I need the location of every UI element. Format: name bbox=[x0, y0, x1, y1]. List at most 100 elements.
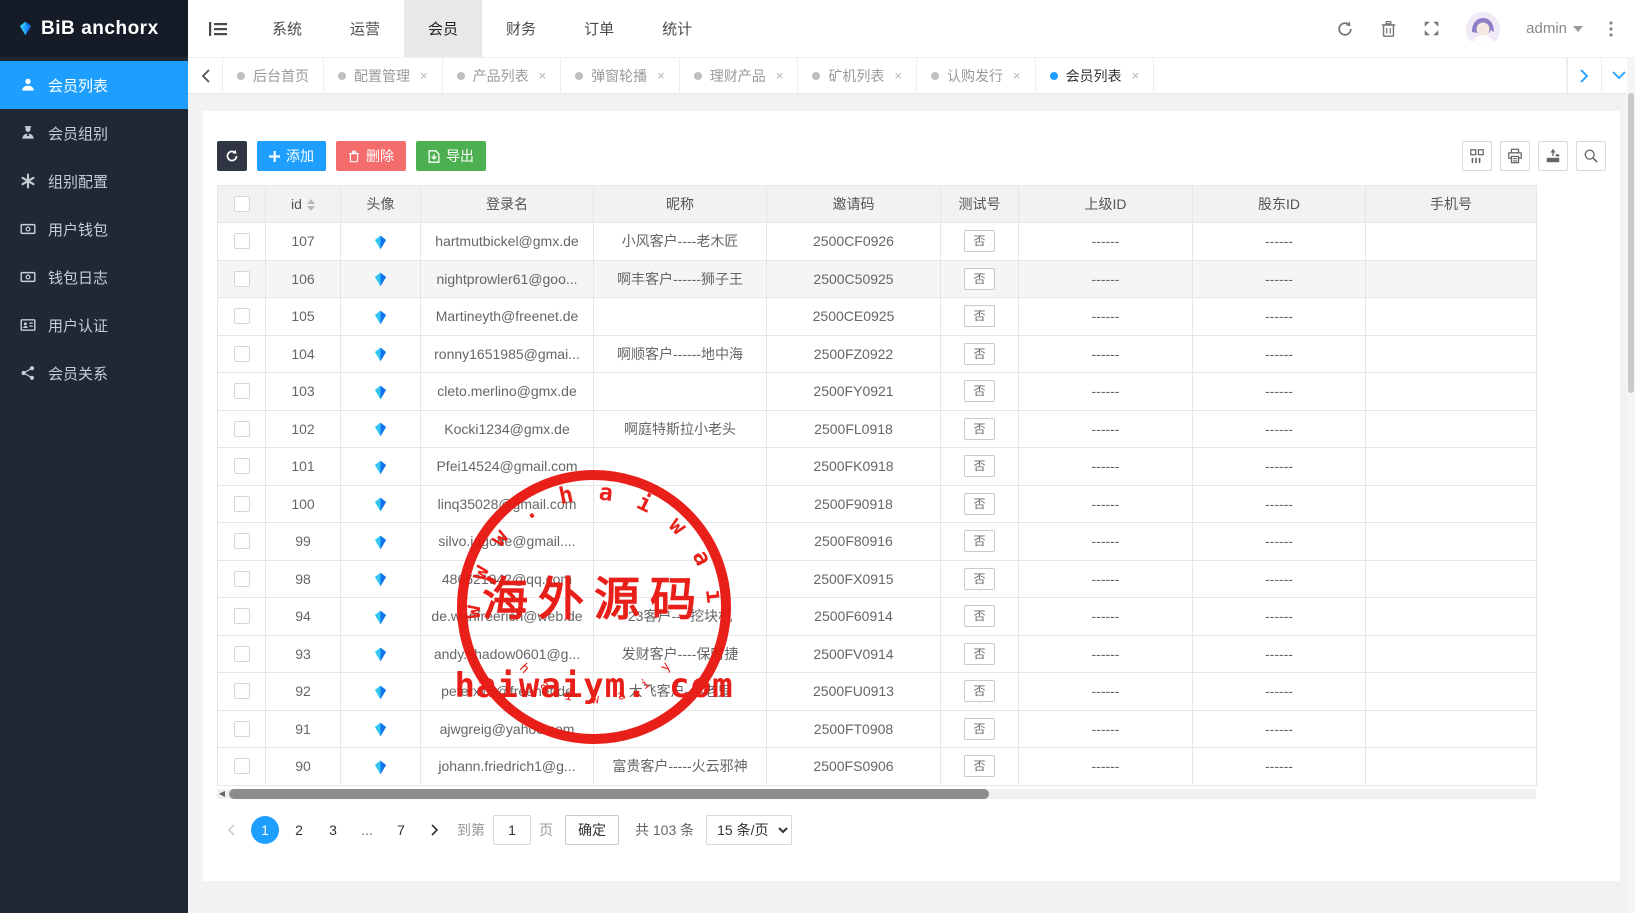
horizontal-scroll-thumb[interactable] bbox=[229, 789, 989, 799]
printer-icon[interactable] bbox=[1500, 141, 1530, 171]
cell-nick: 富贵客户-----火云邪神 bbox=[594, 748, 767, 786]
sidebar-item-6[interactable]: 会员关系 bbox=[0, 349, 188, 397]
sidebar-item-0[interactable]: 会员列表 bbox=[0, 61, 188, 109]
page-size-select[interactable]: 15 条/页 bbox=[706, 815, 792, 845]
tab-close-icon[interactable]: × bbox=[420, 68, 428, 83]
tab-close-icon[interactable]: × bbox=[657, 68, 665, 83]
sidebar-toggle-icon[interactable] bbox=[188, 20, 248, 38]
cell-holder-id: ------ bbox=[1193, 560, 1366, 598]
tab-6[interactable]: 认购发行× bbox=[916, 58, 1036, 93]
row-checkbox[interactable] bbox=[234, 458, 250, 474]
page-number-7[interactable]: 7 bbox=[387, 816, 415, 844]
test-flag-badge[interactable]: 否 bbox=[964, 268, 994, 290]
goto-confirm-button[interactable]: 确定 bbox=[565, 815, 619, 845]
prev-page-icon[interactable] bbox=[217, 816, 245, 844]
nav-item-1[interactable]: 运营 bbox=[326, 0, 404, 57]
nav-item-3[interactable]: 财务 bbox=[482, 0, 560, 57]
add-button[interactable]: 添加 bbox=[257, 141, 326, 171]
trash-icon[interactable] bbox=[1380, 20, 1397, 38]
sidebar-item-5[interactable]: 用户认证 bbox=[0, 301, 188, 349]
tab-5[interactable]: 矿机列表× bbox=[797, 58, 917, 93]
tab-0[interactable]: 后台首页 bbox=[222, 58, 324, 93]
horizontal-scrollbar[interactable]: ◀ bbox=[217, 789, 1536, 799]
row-checkbox[interactable] bbox=[234, 233, 250, 249]
next-page-icon[interactable] bbox=[421, 816, 449, 844]
test-flag-badge[interactable]: 否 bbox=[964, 493, 994, 515]
test-flag-badge[interactable]: 否 bbox=[964, 755, 994, 777]
sort-icon[interactable] bbox=[307, 199, 315, 211]
tab-close-icon[interactable]: × bbox=[1132, 68, 1140, 83]
tab-label: 后台首页 bbox=[253, 66, 309, 86]
tab-close-icon[interactable]: × bbox=[776, 68, 784, 83]
sidebar-item-2[interactable]: 组别配置 bbox=[0, 157, 188, 205]
search-icon[interactable] bbox=[1576, 141, 1606, 171]
test-flag-badge[interactable]: 否 bbox=[964, 380, 994, 402]
tab-close-icon[interactable]: × bbox=[1013, 68, 1021, 83]
cell-invite-code: 2500FS0906 bbox=[767, 748, 941, 786]
nav-item-4[interactable]: 订单 bbox=[560, 0, 638, 57]
export-data-icon[interactable] bbox=[1538, 141, 1568, 171]
page-number-3[interactable]: 3 bbox=[319, 816, 347, 844]
tab-2[interactable]: 产品列表× bbox=[442, 58, 562, 93]
test-flag-badge[interactable]: 否 bbox=[964, 230, 994, 252]
test-flag-badge[interactable]: 否 bbox=[964, 568, 994, 590]
row-checkbox[interactable] bbox=[234, 608, 250, 624]
row-checkbox[interactable] bbox=[234, 346, 250, 362]
tabs-scroll-right-icon[interactable] bbox=[1567, 58, 1601, 93]
nav-item-5[interactable]: 统计 bbox=[638, 0, 716, 57]
test-flag-badge[interactable]: 否 bbox=[964, 530, 994, 552]
nav-item-0[interactable]: 系统 bbox=[248, 0, 326, 57]
fullscreen-icon[interactable] bbox=[1423, 20, 1440, 37]
test-flag-badge[interactable]: 否 bbox=[964, 343, 994, 365]
row-checkbox[interactable] bbox=[234, 383, 250, 399]
delete-button[interactable]: 删除 bbox=[336, 141, 406, 171]
tab-close-icon[interactable]: × bbox=[539, 68, 547, 83]
row-checkbox[interactable] bbox=[234, 308, 250, 324]
cell-holder-id: ------ bbox=[1193, 635, 1366, 673]
tab-7[interactable]: 会员列表× bbox=[1035, 58, 1155, 93]
row-checkbox[interactable] bbox=[234, 683, 250, 699]
vertical-scrollbar[interactable] bbox=[1627, 57, 1635, 913]
columns-icon[interactable] bbox=[1462, 141, 1492, 171]
avatar[interactable] bbox=[1466, 12, 1500, 46]
test-flag-badge[interactable]: 否 bbox=[964, 680, 994, 702]
row-checkbox[interactable] bbox=[234, 533, 250, 549]
table-row: 99silvo.jagode@gmail....2500F80916否-----… bbox=[218, 523, 1537, 561]
sidebar-item-4[interactable]: 钱包日志 bbox=[0, 253, 188, 301]
cell-nick: 小风客户----老木匠 bbox=[594, 223, 767, 261]
tab-dot-icon bbox=[812, 72, 820, 80]
row-checkbox[interactable] bbox=[234, 646, 250, 662]
tabs-scroll-left-icon[interactable] bbox=[188, 58, 222, 93]
test-flag-badge[interactable]: 否 bbox=[964, 418, 994, 440]
tab-4[interactable]: 理财产品× bbox=[679, 58, 799, 93]
export-button[interactable]: 导出 bbox=[416, 141, 486, 171]
cell-invite-code: 2500FX0915 bbox=[767, 560, 941, 598]
test-flag-badge[interactable]: 否 bbox=[964, 643, 994, 665]
row-checkbox[interactable] bbox=[234, 758, 250, 774]
tab-close-icon[interactable]: × bbox=[894, 68, 902, 83]
user-menu[interactable]: admin bbox=[1526, 20, 1583, 37]
row-checkbox[interactable] bbox=[234, 571, 250, 587]
test-flag-badge[interactable]: 否 bbox=[964, 455, 994, 477]
test-flag-badge[interactable]: 否 bbox=[964, 605, 994, 627]
tab-1[interactable]: 配置管理× bbox=[323, 58, 443, 93]
nav-item-2[interactable]: 会员 bbox=[404, 0, 482, 57]
page-number-1[interactable]: 1 bbox=[251, 816, 279, 844]
select-all-checkbox[interactable] bbox=[234, 196, 250, 212]
more-dots-icon[interactable] bbox=[1609, 21, 1613, 37]
page-number-2[interactable]: 2 bbox=[285, 816, 313, 844]
refresh-icon[interactable] bbox=[1336, 20, 1354, 38]
row-checkbox[interactable] bbox=[234, 496, 250, 512]
tab-3[interactable]: 弹窗轮播× bbox=[560, 58, 680, 93]
row-checkbox[interactable] bbox=[234, 271, 250, 287]
test-flag-badge[interactable]: 否 bbox=[964, 305, 994, 327]
row-checkbox[interactable] bbox=[234, 721, 250, 737]
table-refresh-button[interactable] bbox=[217, 141, 247, 171]
vertical-scroll-thumb[interactable] bbox=[1628, 93, 1634, 393]
sidebar-item-3[interactable]: 用户钱包 bbox=[0, 205, 188, 253]
test-flag-badge[interactable]: 否 bbox=[964, 718, 994, 740]
goto-page-input[interactable] bbox=[493, 815, 531, 845]
scroll-left-arrow-icon[interactable]: ◀ bbox=[217, 789, 227, 799]
sidebar-item-1[interactable]: 会员组别 bbox=[0, 109, 188, 157]
row-checkbox[interactable] bbox=[234, 421, 250, 437]
